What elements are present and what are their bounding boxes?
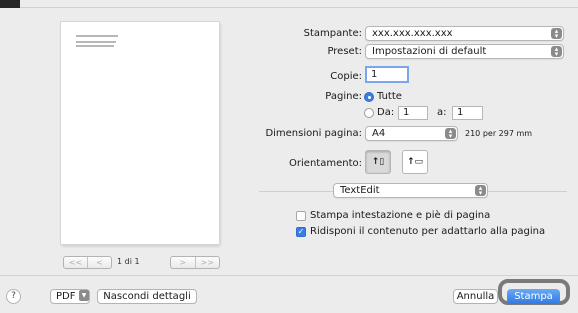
pages-range-radio[interactable] bbox=[364, 108, 374, 118]
preview-nav-forward-group: > >> bbox=[170, 256, 220, 269]
printer-label: Stampante: bbox=[303, 28, 362, 39]
paper-size-select[interactable]: A4 ▴ ▾ bbox=[365, 126, 458, 141]
page-preview bbox=[61, 22, 219, 244]
landscape-orientation-button[interactable]: ↑▭ bbox=[402, 150, 428, 174]
copies-field[interactable]: 1 bbox=[365, 66, 409, 83]
header-footer-checkbox[interactable] bbox=[296, 211, 306, 221]
preview-text-line bbox=[76, 41, 116, 43]
portrait-icon: ↑▯ bbox=[371, 157, 385, 167]
top-divider bbox=[20, 7, 578, 8]
printer-select[interactable]: xxx.xxx.xxx.xxx ▴ ▾ bbox=[365, 26, 564, 41]
pages-from-field[interactable]: 1 bbox=[398, 106, 428, 120]
paper-size-label: Dimensioni pagina: bbox=[265, 128, 362, 139]
preset-select[interactable]: Impostazioni di default ▴ ▾ bbox=[365, 44, 564, 59]
landscape-icon: ↑▭ bbox=[406, 157, 424, 167]
paper-size-value: A4 bbox=[372, 128, 386, 139]
pages-to-field[interactable]: 1 bbox=[452, 106, 483, 120]
next-page-button[interactable]: > bbox=[171, 257, 195, 268]
printer-value: xxx.xxx.xxx.xxx bbox=[372, 28, 453, 39]
chevron-updown-icon: ▴ ▾ bbox=[551, 45, 562, 57]
previous-page-button[interactable]: < bbox=[87, 257, 111, 268]
orientation-label: Orientamento: bbox=[289, 158, 362, 169]
preview-text-line bbox=[76, 45, 114, 47]
pages-label: Pagine: bbox=[325, 91, 362, 102]
pages-from-label: Da: bbox=[377, 107, 395, 118]
pages-all-label: Tutte bbox=[377, 91, 402, 102]
last-page-button[interactable]: >> bbox=[194, 257, 220, 268]
print-button[interactable]: Stampa bbox=[507, 289, 560, 304]
rewrap-checkbox[interactable]: ✓ bbox=[296, 227, 306, 237]
page-indicator: 1 di 1 bbox=[117, 257, 140, 266]
first-page-button[interactable]: << bbox=[64, 257, 87, 268]
chevron-updown-icon: ▴ ▾ bbox=[445, 127, 456, 139]
header-footer-label: Stampa intestazione e piè di pagina bbox=[310, 210, 491, 221]
chevron-updown-icon: ▴ ▾ bbox=[475, 184, 486, 196]
preset-value: Impostazioni di default bbox=[372, 46, 487, 57]
paper-dimensions: 210 per 297 mm bbox=[465, 129, 533, 138]
pages-all-radio[interactable] bbox=[364, 92, 374, 102]
preview-nav-back-group: << < bbox=[63, 256, 112, 269]
copies-label: Copie: bbox=[330, 71, 362, 82]
app-section-value: TextEdit bbox=[340, 185, 380, 196]
pdf-label: PDF bbox=[56, 291, 76, 302]
pages-to-label: a: bbox=[437, 107, 447, 118]
chevron-down-icon: ▼ bbox=[79, 290, 89, 301]
window-corner bbox=[0, 0, 20, 8]
chevron-updown-icon: ▴ ▾ bbox=[551, 27, 562, 39]
help-button[interactable]: ? bbox=[6, 289, 21, 304]
app-section-select[interactable]: TextEdit ▴ ▾ bbox=[333, 183, 488, 198]
preset-label: Preset: bbox=[327, 46, 362, 57]
rewrap-label: Ridisponi il contenuto per adattarlo all… bbox=[310, 226, 546, 237]
footer-divider bbox=[0, 275, 578, 276]
portrait-orientation-button[interactable]: ↑▯ bbox=[365, 150, 391, 174]
preview-text-line bbox=[76, 35, 118, 37]
hide-details-button[interactable]: Nascondi dettagli bbox=[97, 289, 197, 304]
cancel-button[interactable]: Annulla bbox=[453, 289, 498, 304]
